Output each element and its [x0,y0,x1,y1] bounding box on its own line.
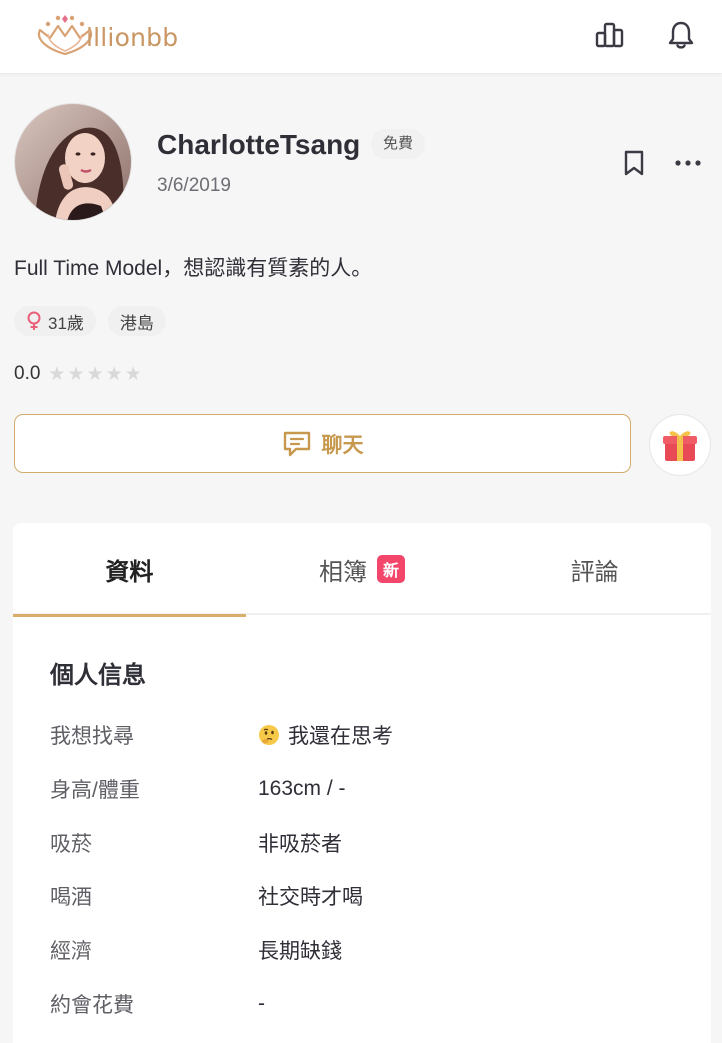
location-tag-label: 港島 [119,313,154,333]
info-label: 吸菸 [50,833,92,856]
info-row-date-budget: 約會花費 - [50,987,690,1021]
info-value-text: 我還在思考 [288,725,393,748]
profile-username: CharlotteTsang [157,129,361,160]
info-value: 我還在思考 [258,720,393,750]
location-tag: 港島 [107,306,166,336]
star-icon: ★ [105,363,123,385]
profile-details-card: 資料 相簿 新 評論 個人信息 我想找尋 我還在思考 身高/體重 163cm /… [13,523,711,1043]
info-label: 身高/體重 [50,779,140,802]
profile-section: CharlotteTsang 免費 3/6/2019 Full Time Mod… [0,75,722,525]
age-tag: 31歲 [14,306,96,336]
chat-button[interactable]: 聊天 [14,414,631,473]
rating-stars: ★ ★ ★ ★ ★ [48,365,141,384]
info-label: 經濟 [50,940,92,963]
tab-info-label: 資料 [105,558,154,586]
ranking-button[interactable] [593,18,627,52]
app-header: illionbb [0,0,722,74]
chat-button-label: 聊天 [321,433,364,457]
info-row-height-weight: 身高/體重 163cm / - [50,772,690,806]
notifications-button[interactable] [664,18,698,52]
tab-reviews[interactable]: 評論 [478,523,711,615]
info-value: 社交時才喝 [258,886,363,909]
bookmark-button[interactable] [619,147,649,179]
info-label: 我想找尋 [50,725,134,748]
more-options-button[interactable] [670,149,706,177]
gift-icon [663,431,697,461]
ranking-icon [595,22,624,48]
profile-bio: Full Time Model，想認識有質素的人。 [14,257,373,280]
star-icon: ★ [124,363,142,385]
profile-rating: 0.0 ★ ★ ★ ★ ★ [14,363,142,385]
gift-button[interactable] [649,414,711,476]
chat-bubble-icon [283,431,310,456]
brand-logo[interactable]: illionbb [34,10,178,60]
tab-reviews-label: 評論 [570,558,619,586]
info-label: 約會花費 [50,994,134,1017]
avatar-photo [15,104,131,220]
star-icon: ★ [67,363,85,385]
info-value: 長期缺錢 [258,940,342,963]
info-row-finance: 經濟 長期缺錢 [50,933,690,967]
new-badge: 新 [377,555,406,583]
age-tag-label: 31歲 [48,313,84,333]
profile-date: 3/6/2019 [157,175,231,196]
info-row-smoking: 吸菸 非吸菸者 [50,826,690,860]
tab-album[interactable]: 相簿 新 [246,523,479,615]
info-row-drinking: 喝酒 社交時才喝 [50,879,690,913]
profile-tabs: 資料 相簿 新 評論 [13,523,711,617]
bookmark-icon [624,150,644,176]
rating-value: 0.0 [14,363,41,384]
membership-badge: 免費 [371,129,426,159]
bell-icon [668,21,694,49]
profile-tags: 31歲 港島 [14,306,166,336]
info-value: 163cm / - [258,777,346,800]
avatar[interactable] [14,103,132,221]
thinking-face-icon [259,725,279,745]
info-value: - [258,992,265,1015]
female-icon [27,311,41,330]
info-row-looking-for: 我想找尋 我還在思考 [50,718,690,752]
tab-album-label: 相簿 [319,558,367,586]
brand-wordmark: illionbb [86,22,179,52]
more-horizontal-icon [675,160,701,166]
section-title: 個人信息 [50,662,146,689]
star-icon: ★ [48,363,66,385]
info-label: 喝酒 [50,886,92,909]
tab-info[interactable]: 資料 [13,523,246,617]
star-icon: ★ [86,363,104,385]
info-value: 非吸菸者 [258,833,342,856]
